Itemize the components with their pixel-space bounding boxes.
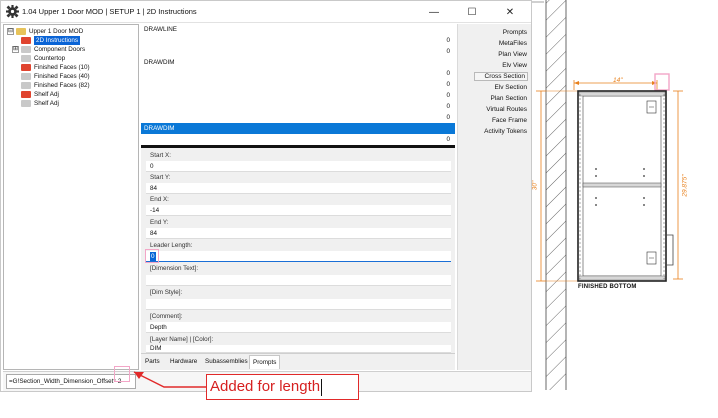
leader-length-label: Leader Length: [150,242,193,249]
virtual-routes-button[interactable]: Virtual Routes [486,106,527,113]
prompts-button[interactable]: Prompts [503,29,527,36]
elv-view-button[interactable]: Elv View [502,62,527,69]
face-frame-button[interactable]: Face Frame [492,117,527,124]
list-item[interactable]: DRAWDIM [141,57,455,68]
end-y-field[interactable]: 84 [146,228,451,239]
layer-color-label: [Layer Name] | [Color]: [150,336,214,343]
plan-view-button[interactable]: Plan View [498,51,527,58]
tree-item-countertop[interactable]: Countertop [21,54,65,63]
folder-icon [21,64,31,71]
folder-icon [21,73,31,80]
text-caret [321,378,323,396]
end-x-field[interactable]: -14 [146,205,451,216]
height-dimension: 30" [531,180,539,191]
metafiles-button[interactable]: MetaFiles [499,40,527,47]
list-item[interactable]: 0 [141,46,455,57]
tree-item-label: Finished Faces (10) [34,64,90,71]
tree-item-label: Finished Faces (82) [34,82,90,89]
folder-icon [16,28,26,35]
tree-item-shelf-adj-2[interactable]: Shelf Adj [21,99,59,108]
drawing-canvas [532,0,683,390]
tree-item-label: Component Doors [34,46,86,53]
tree-item-label: Shelf Adj [34,91,59,98]
dim-style-label: [Dim Style]: [150,289,183,296]
folder-icon [21,82,31,89]
finished-bottom-label: FINISHED BOTTOM [578,284,637,290]
tree-item-label: Shelf Adj [34,100,59,107]
tree-item-component-doors[interactable]: ⊞ Component Doors [12,45,85,54]
tree-item-finished-faces-40[interactable]: Finished Faces (40) [21,72,90,81]
folder-icon [21,55,31,62]
tab-parts[interactable]: Parts [142,355,163,369]
tab-hardware[interactable]: Hardware [167,355,200,369]
properties-panel: Start X: 0 Start Y: 84 End X: -14 End Y:… [141,148,455,353]
expand-icon[interactable]: ⊞ [12,46,19,53]
end-y-label: End Y: [150,219,169,226]
comment-label: [Comment]: [150,313,183,320]
tab-subassemblies[interactable]: Subassemblies [202,355,251,369]
gear-icon [6,5,19,18]
minimize-button[interactable]: — [419,3,449,21]
folder-icon [21,100,31,107]
elv-section-button[interactable]: Elv Section [494,84,527,91]
maximize-button[interactable]: ☐ [457,3,487,21]
wall-hatch [546,0,566,390]
list-item-selected[interactable]: DRAWDIM [141,123,455,134]
annotation-callout: Added for length [206,374,359,400]
folder-icon [21,91,31,98]
list-item[interactable]: 0 [141,112,455,123]
cross-section-button[interactable]: Cross Section [474,72,528,81]
plan-section-button[interactable]: Plan Section [491,95,528,102]
start-x-label: Start X: [150,152,171,159]
window-title: 1.04 Upper 1 Door MOD | SETUP 1 | 2D Ins… [22,7,197,16]
close-button[interactable]: ✕ [495,3,525,21]
component-tree[interactable]: ⊟ Upper 1 Door MOD 2D Instructions ⊞ Com… [3,24,139,370]
tree-item-label: Upper 1 Door MOD [29,28,84,35]
folder-icon [21,46,31,53]
start-y-field[interactable]: 84 [146,183,451,194]
list-item[interactable]: DRAWLINE [141,24,455,35]
tab-prompts[interactable]: Prompts [249,355,281,369]
list-item[interactable]: 0 [141,134,455,145]
width-dimension: 14" [613,77,623,84]
bottom-tabs: Parts Hardware Subassemblies Prompts [141,353,455,370]
tree-item-root[interactable]: ⊟ Upper 1 Door MOD [7,27,83,36]
tree-item-2d-instructions[interactable]: 2D Instructions [21,36,80,45]
tree-item-label: Countertop [34,55,66,62]
cabinet-drawing: 14" 30" 29.875" [531,0,718,418]
folder-icon [21,37,31,44]
tree-item-finished-faces-10[interactable]: Finished Faces (10) [21,63,90,72]
tree-item-label: 2D Instructions [34,36,80,45]
dimension-text-field[interactable] [146,275,451,286]
list-item[interactable]: 0 [141,35,455,46]
end-x-label: End X: [150,196,169,203]
formula-highlight-box [114,366,130,382]
annotation-text: Added for length [210,378,321,395]
shelf [582,182,662,188]
list-item[interactable]: 0 [141,68,455,79]
dim-style-field[interactable] [146,299,451,310]
activity-tokens-button[interactable]: Activity Tokens [484,128,527,135]
list-item[interactable]: 0 [141,79,455,90]
title-bar: 1.04 Upper 1 Door MOD | SETUP 1 | 2D Ins… [1,1,531,23]
instruction-list[interactable]: DRAWLINE 0 0 DRAWDIM 0 0 0 0 0 DRAWDIM 0 [141,24,455,145]
tree-item-shelf-adj[interactable]: Shelf Adj [21,90,59,99]
layer-color-field[interactable]: DIM [146,345,451,353]
dimension-text-label: [Dimension Text]: [150,265,199,272]
highlight-box [145,249,159,263]
height-dimension-right: 29.875" [681,174,689,197]
start-y-label: Start Y: [150,174,171,181]
tree-item-label: Finished Faces (40) [34,73,90,80]
comment-field[interactable]: Depth [146,322,451,333]
collapse-icon[interactable]: ⊟ [7,28,14,35]
dialog-window: 1.04 Upper 1 Door MOD | SETUP 1 | 2D Ins… [0,0,532,392]
leader-length-field[interactable]: 0 [146,251,451,262]
list-item[interactable]: 0 [141,90,455,101]
tree-item-finished-faces-82[interactable]: Finished Faces (82) [21,81,90,90]
list-item[interactable]: 0 [141,101,455,112]
command-panel: Prompts MetaFiles Plan View Elv View Cro… [457,24,531,370]
start-x-field[interactable]: 0 [146,161,451,172]
